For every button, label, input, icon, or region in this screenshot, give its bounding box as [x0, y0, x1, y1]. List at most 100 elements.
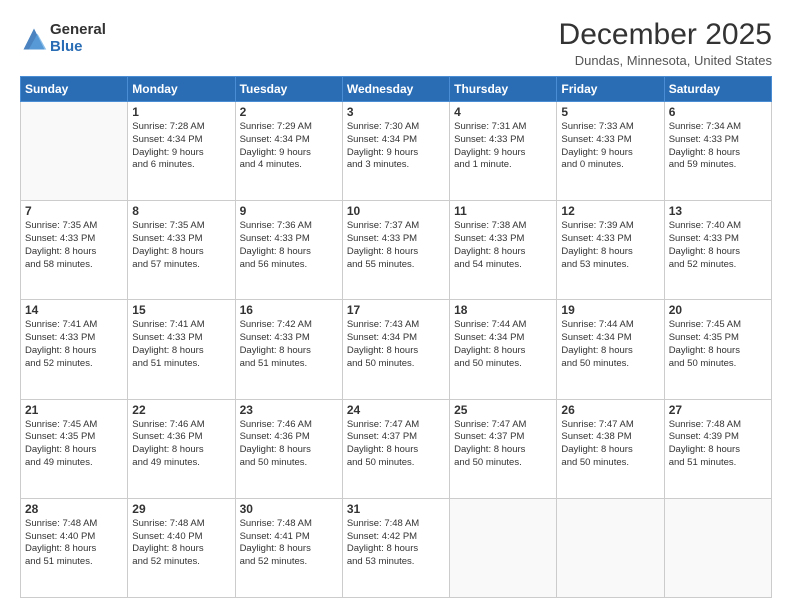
col-header-sunday: Sunday — [21, 77, 128, 102]
col-header-tuesday: Tuesday — [235, 77, 342, 102]
cell-info: Sunrise: 7:44 AM Sunset: 4:34 PM Dayligh… — [561, 319, 659, 370]
calendar-cell: 10 Sunrise: 7:37 AM Sunset: 4:33 PM Dayli… — [342, 201, 449, 300]
day-number: 15 — [132, 303, 230, 317]
cell-info: Sunrise: 7:45 AM Sunset: 4:35 PM Dayligh… — [669, 319, 767, 370]
calendar-cell: 9 Sunrise: 7:36 AM Sunset: 4:33 PM Daylig… — [235, 201, 342, 300]
calendar-cell: 15Sunrise: 7:41 AM Sunset: 4:33 PM Dayli… — [128, 300, 235, 399]
day-number: 22 — [132, 403, 230, 417]
cell-info: Sunrise: 7:29 AM Sunset: 4:34 PM Dayligh… — [240, 121, 338, 172]
cell-info: Sunrise: 7:35 AM Sunset: 4:33 PM Dayligh… — [132, 220, 230, 271]
day-number: 17 — [347, 303, 445, 317]
cell-info: Sunrise: 7:48 AM Sunset: 4:40 PM Dayligh… — [25, 518, 123, 569]
title-section: December 2025 Dundas, Minnesota, United … — [559, 18, 772, 68]
calendar-cell: 19 Sunrise: 7:44 AM Sunset: 4:34 PM Dayli… — [557, 300, 664, 399]
logo: General Blue — [20, 22, 106, 55]
calendar-cell: 29 Sunrise: 7:48 AM Sunset: 4:40 PM Dayli… — [128, 498, 235, 597]
calendar-cell: 30 Sunrise: 7:48 AM Sunset: 4:41 PM Dayli… — [235, 498, 342, 597]
calendar-table: SundayMondayTuesdayWednesdayThursdayFrid… — [20, 76, 772, 598]
col-header-friday: Friday — [557, 77, 664, 102]
day-number: 19 — [561, 303, 659, 317]
col-header-thursday: Thursday — [450, 77, 557, 102]
day-number: 10 — [347, 204, 445, 218]
calendar-cell — [557, 498, 664, 597]
cell-info: Sunrise: 7:48 AM Sunset: 4:40 PM Dayligh… — [132, 518, 230, 569]
day-number: 11 — [454, 204, 552, 218]
day-number: 6 — [669, 105, 767, 119]
calendar-week-3: 14 Sunrise: 7:41 AM Sunset: 4:33 PM Dayli… — [21, 300, 772, 399]
day-number: 28 — [25, 502, 123, 516]
cell-info: Sunrise: 7:43 AM Sunset: 4:34 PM Dayligh… — [347, 319, 445, 370]
calendar-week-2: 7 Sunrise: 7:35 AM Sunset: 4:33 PM Daylig… — [21, 201, 772, 300]
cell-info: Sunrise: 7:48 AM Sunset: 4:39 PM Dayligh… — [669, 419, 767, 470]
header: General Blue December 2025 Dundas, Minne… — [20, 18, 772, 68]
calendar-week-4: 21 Sunrise: 7:45 AM Sunset: 4:35 PM Dayli… — [21, 399, 772, 498]
calendar-cell: 21 Sunrise: 7:45 AM Sunset: 4:35 PM Dayli… — [21, 399, 128, 498]
cell-info: Sunrise: 7:41 AM Sunset: 4:33 PM Dayligh… — [25, 319, 123, 370]
cell-info: Sunrise: 7:42 AM Sunset: 4:33 PM Dayligh… — [240, 319, 338, 370]
day-number: 9 — [240, 204, 338, 218]
logo-blue: Blue — [50, 39, 106, 56]
day-number: 2 — [240, 105, 338, 119]
month-title: December 2025 — [559, 18, 772, 51]
cell-info: Sunrise: 7:31 AM Sunset: 4:33 PM Dayligh… — [454, 121, 552, 172]
calendar-cell — [664, 498, 771, 597]
day-number: 4 — [454, 105, 552, 119]
day-number: 30 — [240, 502, 338, 516]
cell-info: Sunrise: 7:35 AM Sunset: 4:33 PM Dayligh… — [25, 220, 123, 271]
cell-info: Sunrise: 7:46 AM Sunset: 4:36 PM Dayligh… — [132, 419, 230, 470]
calendar-cell: 26Sunrise: 7:47 AM Sunset: 4:38 PM Dayli… — [557, 399, 664, 498]
calendar-cell: 7 Sunrise: 7:35 AM Sunset: 4:33 PM Daylig… — [21, 201, 128, 300]
day-number: 1 — [132, 105, 230, 119]
day-number: 21 — [25, 403, 123, 417]
logo-text: General Blue — [50, 22, 106, 55]
page: General Blue December 2025 Dundas, Minne… — [0, 0, 792, 612]
col-header-monday: Monday — [128, 77, 235, 102]
cell-info: Sunrise: 7:34 AM Sunset: 4:33 PM Dayligh… — [669, 121, 767, 172]
calendar-cell: 13Sunrise: 7:40 AM Sunset: 4:33 PM Dayli… — [664, 201, 771, 300]
calendar-cell: 11 Sunrise: 7:38 AM Sunset: 4:33 PM Dayli… — [450, 201, 557, 300]
calendar-cell: 6 Sunrise: 7:34 AM Sunset: 4:33 PM Daylig… — [664, 102, 771, 201]
calendar-cell: 14 Sunrise: 7:41 AM Sunset: 4:33 PM Dayli… — [21, 300, 128, 399]
cell-info: Sunrise: 7:47 AM Sunset: 4:38 PM Dayligh… — [561, 419, 659, 470]
col-header-wednesday: Wednesday — [342, 77, 449, 102]
calendar-cell: 4 Sunrise: 7:31 AM Sunset: 4:33 PM Daylig… — [450, 102, 557, 201]
day-number: 23 — [240, 403, 338, 417]
logo-general: General — [50, 22, 106, 39]
cell-info: Sunrise: 7:48 AM Sunset: 4:41 PM Dayligh… — [240, 518, 338, 569]
calendar-cell: 12 Sunrise: 7:39 AM Sunset: 4:33 PM Dayli… — [557, 201, 664, 300]
calendar-cell: 8 Sunrise: 7:35 AM Sunset: 4:33 PM Daylig… — [128, 201, 235, 300]
cell-info: Sunrise: 7:45 AM Sunset: 4:35 PM Dayligh… — [25, 419, 123, 470]
calendar-cell: 23 Sunrise: 7:46 AM Sunset: 4:36 PM Dayli… — [235, 399, 342, 498]
calendar-cell: 27Sunrise: 7:48 AM Sunset: 4:39 PM Dayli… — [664, 399, 771, 498]
day-number: 7 — [25, 204, 123, 218]
calendar-cell: 31Sunrise: 7:48 AM Sunset: 4:42 PM Dayli… — [342, 498, 449, 597]
calendar-cell: 18Sunrise: 7:44 AM Sunset: 4:34 PM Dayli… — [450, 300, 557, 399]
calendar-cell: 20Sunrise: 7:45 AM Sunset: 4:35 PM Dayli… — [664, 300, 771, 399]
day-number: 29 — [132, 502, 230, 516]
location: Dundas, Minnesota, United States — [559, 53, 772, 68]
cell-info: Sunrise: 7:47 AM Sunset: 4:37 PM Dayligh… — [454, 419, 552, 470]
day-number: 31 — [347, 502, 445, 516]
calendar-week-1: 1 Sunrise: 7:28 AM Sunset: 4:34 PM Daylig… — [21, 102, 772, 201]
day-number: 18 — [454, 303, 552, 317]
cell-info: Sunrise: 7:28 AM Sunset: 4:34 PM Dayligh… — [132, 121, 230, 172]
calendar-cell: 28 Sunrise: 7:48 AM Sunset: 4:40 PM Dayli… — [21, 498, 128, 597]
cell-info: Sunrise: 7:30 AM Sunset: 4:34 PM Dayligh… — [347, 121, 445, 172]
cell-info: Sunrise: 7:46 AM Sunset: 4:36 PM Dayligh… — [240, 419, 338, 470]
calendar-cell: 16Sunrise: 7:42 AM Sunset: 4:33 PM Dayli… — [235, 300, 342, 399]
logo-icon — [20, 25, 48, 53]
cell-info: Sunrise: 7:38 AM Sunset: 4:33 PM Dayligh… — [454, 220, 552, 271]
calendar-cell: 24Sunrise: 7:47 AM Sunset: 4:37 PM Dayli… — [342, 399, 449, 498]
cell-info: Sunrise: 7:33 AM Sunset: 4:33 PM Dayligh… — [561, 121, 659, 172]
day-number: 12 — [561, 204, 659, 218]
day-number: 3 — [347, 105, 445, 119]
calendar-cell: 3 Sunrise: 7:30 AM Sunset: 4:34 PM Daylig… — [342, 102, 449, 201]
cell-info: Sunrise: 7:36 AM Sunset: 4:33 PM Dayligh… — [240, 220, 338, 271]
cell-info: Sunrise: 7:37 AM Sunset: 4:33 PM Dayligh… — [347, 220, 445, 271]
calendar-cell: 17 Sunrise: 7:43 AM Sunset: 4:34 PM Dayli… — [342, 300, 449, 399]
cell-info: Sunrise: 7:39 AM Sunset: 4:33 PM Dayligh… — [561, 220, 659, 271]
day-number: 8 — [132, 204, 230, 218]
day-number: 14 — [25, 303, 123, 317]
col-header-saturday: Saturday — [664, 77, 771, 102]
day-number: 5 — [561, 105, 659, 119]
